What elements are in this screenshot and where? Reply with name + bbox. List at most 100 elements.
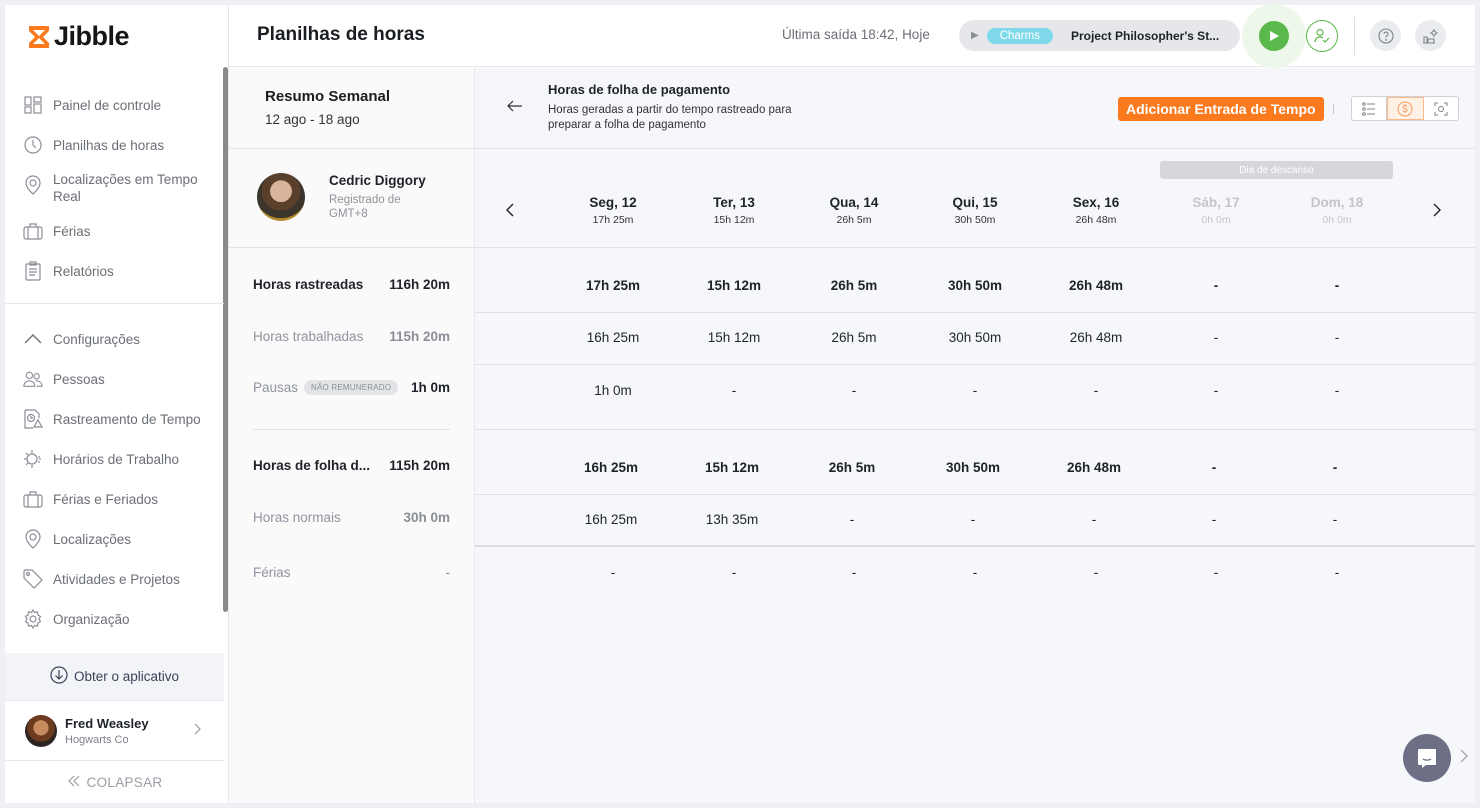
table-cell[interactable]: 16h 25m — [553, 330, 673, 345]
table-cell[interactable]: 26h 48m — [1036, 278, 1156, 293]
table-cell[interactable]: 17h 25m — [553, 278, 673, 293]
summary-value: 30h 0m — [403, 510, 450, 525]
organization-settings-button[interactable] — [1415, 20, 1446, 51]
sidebar-item-dashboard[interactable]: Painel de controle — [5, 85, 224, 125]
day-name: Sáb, 17 — [1192, 195, 1240, 210]
table-cell[interactable]: - — [1156, 330, 1276, 345]
table-row-worked: 16h 25m 15h 12m 26h 5m 30h 50m 26h 48m - - — [475, 313, 1475, 365]
table-cell[interactable]: 26h 5m — [792, 460, 912, 475]
sidebar-item-organization[interactable]: Organização — [5, 599, 224, 639]
help-button[interactable] — [1370, 20, 1401, 51]
sidebar-item-activities-projects[interactable]: Atividades e Projetos — [5, 559, 224, 599]
table-cell[interactable]: - — [1277, 383, 1397, 398]
next-week-button[interactable] — [1433, 201, 1441, 222]
sidebar-item-timesheets[interactable]: Planilhas de horas — [5, 125, 224, 165]
get-app-button[interactable]: Obter o aplicativo — [5, 653, 224, 701]
table-cell[interactable]: - — [674, 383, 794, 398]
view-payroll-button[interactable] — [1387, 97, 1424, 120]
table-cell[interactable]: 16h 25m — [551, 460, 671, 475]
start-timer-button[interactable] — [1259, 21, 1289, 51]
collapse-button[interactable]: COLAPSAR — [5, 761, 224, 803]
sidebar-item-settings-toggle[interactable]: Configurações — [5, 319, 224, 359]
day-column-header[interactable]: Qui, 15 30h 50m — [915, 195, 1035, 226]
self-clock-in-button[interactable] — [1306, 20, 1338, 52]
summary-value: - — [445, 565, 451, 580]
work-schedule-icon — [23, 449, 43, 469]
table-cell[interactable]: 30h 50m — [915, 330, 1035, 345]
summary-value: 115h 20m — [389, 329, 450, 344]
table-cell[interactable]: - — [1154, 512, 1274, 527]
table-cell[interactable]: 26h 5m — [794, 330, 914, 345]
day-column-header[interactable]: Seg, 12 17h 25m — [553, 195, 673, 226]
add-time-entry-button[interactable]: Adicionar Entrada de Tempo — [1118, 97, 1324, 121]
table-cell[interactable]: 13h 35m — [672, 512, 792, 527]
day-column-header[interactable]: Ter, 13 15h 12m — [674, 195, 794, 226]
table-cell[interactable]: 30h 50m — [915, 278, 1035, 293]
table-cell[interactable]: - — [913, 512, 1033, 527]
summary-value: 115h 20m — [389, 458, 450, 473]
view-capture-button[interactable] — [1424, 97, 1458, 120]
last-clock-out: Última saída 18:42, Hoje — [782, 27, 930, 42]
sidebar-item-label: Painel de controle — [53, 97, 162, 113]
table-cell[interactable]: - — [1156, 383, 1276, 398]
table-cell[interactable]: - — [1036, 565, 1156, 580]
day-name: Seg, 12 — [589, 195, 637, 210]
table-cell[interactable]: - — [1156, 565, 1276, 580]
back-arrow-icon[interactable] — [507, 96, 523, 117]
table-cell[interactable]: - — [1036, 383, 1156, 398]
sidebar-item-time-tracking[interactable]: Rastreamento de Tempo — [5, 399, 224, 439]
table-cell[interactable]: 15h 12m — [672, 460, 792, 475]
chevron-right-icon — [1433, 203, 1441, 217]
sidebar-item-live-locations[interactable]: Localizações em Tempo Real — [5, 165, 224, 211]
day-column-header[interactable]: Qua, 14 26h 5m — [794, 195, 914, 226]
table-cell[interactable]: - — [1156, 278, 1276, 293]
table-cell[interactable]: - — [915, 565, 1035, 580]
person-name: Cedric Diggory — [329, 173, 426, 188]
chat-support-button[interactable] — [1403, 734, 1451, 782]
table-cell[interactable]: - — [794, 565, 914, 580]
table-cell[interactable]: - — [1034, 512, 1154, 527]
sidebar-item-locations[interactable]: Localizações — [5, 519, 224, 559]
table-cell[interactable]: 26h 48m — [1036, 330, 1156, 345]
table-cell[interactable]: 1h 0m — [553, 383, 673, 398]
table-cell[interactable]: 15h 12m — [674, 278, 794, 293]
sidebar-item-people[interactable]: Pessoas — [5, 359, 224, 399]
sidebar-item-label: Férias — [53, 223, 91, 239]
table-cell[interactable]: - — [794, 383, 914, 398]
day-column-header[interactable]: Sáb, 17 0h 0m — [1156, 195, 1276, 226]
view-list-button[interactable] — [1352, 97, 1388, 120]
previous-week-button[interactable] — [506, 201, 514, 222]
table-cell[interactable]: 15h 12m — [674, 330, 794, 345]
weekly-summary-header: Resumo Semanal 12 ago - 18 ago — [229, 68, 474, 149]
day-column-header[interactable]: Dom, 18 0h 0m — [1277, 195, 1397, 226]
day-column-header[interactable]: Sex, 16 26h 48m — [1036, 195, 1156, 226]
user-profile[interactable]: Fred Weasley Hogwarts Co — [5, 701, 224, 761]
table-row-vacation: ------- — [475, 547, 1475, 607]
table-cell[interactable]: - — [674, 565, 794, 580]
table-cell[interactable]: - — [1277, 330, 1397, 345]
chevron-right-icon[interactable] — [1460, 749, 1468, 767]
sidebar-item-work-schedules[interactable]: Horários de Trabalho — [5, 439, 224, 479]
timer-selector[interactable]: ▶ Charms Project Philosopher's St... — [959, 20, 1240, 51]
sidebar-item-vacation[interactable]: Férias — [5, 211, 224, 251]
table-cell[interactable]: 16h 25m — [551, 512, 671, 527]
sidebar-item-vacation-holidays[interactable]: Férias e Feriados — [5, 479, 224, 519]
table-cell[interactable]: - — [1277, 278, 1397, 293]
table-cell[interactable]: - — [553, 565, 673, 580]
table-cell[interactable]: - — [792, 512, 912, 527]
table-cell[interactable]: 30h 50m — [913, 460, 1033, 475]
table-cell[interactable]: - — [1275, 460, 1395, 475]
top-bar: Planilhas de horas Última saída 18:42, H… — [229, 4, 1475, 68]
table-cell[interactable]: - — [1277, 565, 1397, 580]
jibble-logo[interactable]: Jibble — [28, 21, 130, 52]
table-cell[interactable]: - — [1154, 460, 1274, 475]
sidebar-item-reports[interactable]: Relatórios — [5, 251, 224, 291]
logo-text: Jibble — [54, 21, 130, 51]
chevron-right-icon — [194, 723, 202, 739]
summary-divider — [253, 429, 450, 430]
table-cell[interactable]: - — [1275, 512, 1395, 527]
sidebar: Jibble Painel de controle Planilhas de h… — [5, 5, 229, 803]
table-cell[interactable]: - — [915, 383, 1035, 398]
table-cell[interactable]: 26h 48m — [1034, 460, 1154, 475]
table-cell[interactable]: 26h 5m — [794, 278, 914, 293]
